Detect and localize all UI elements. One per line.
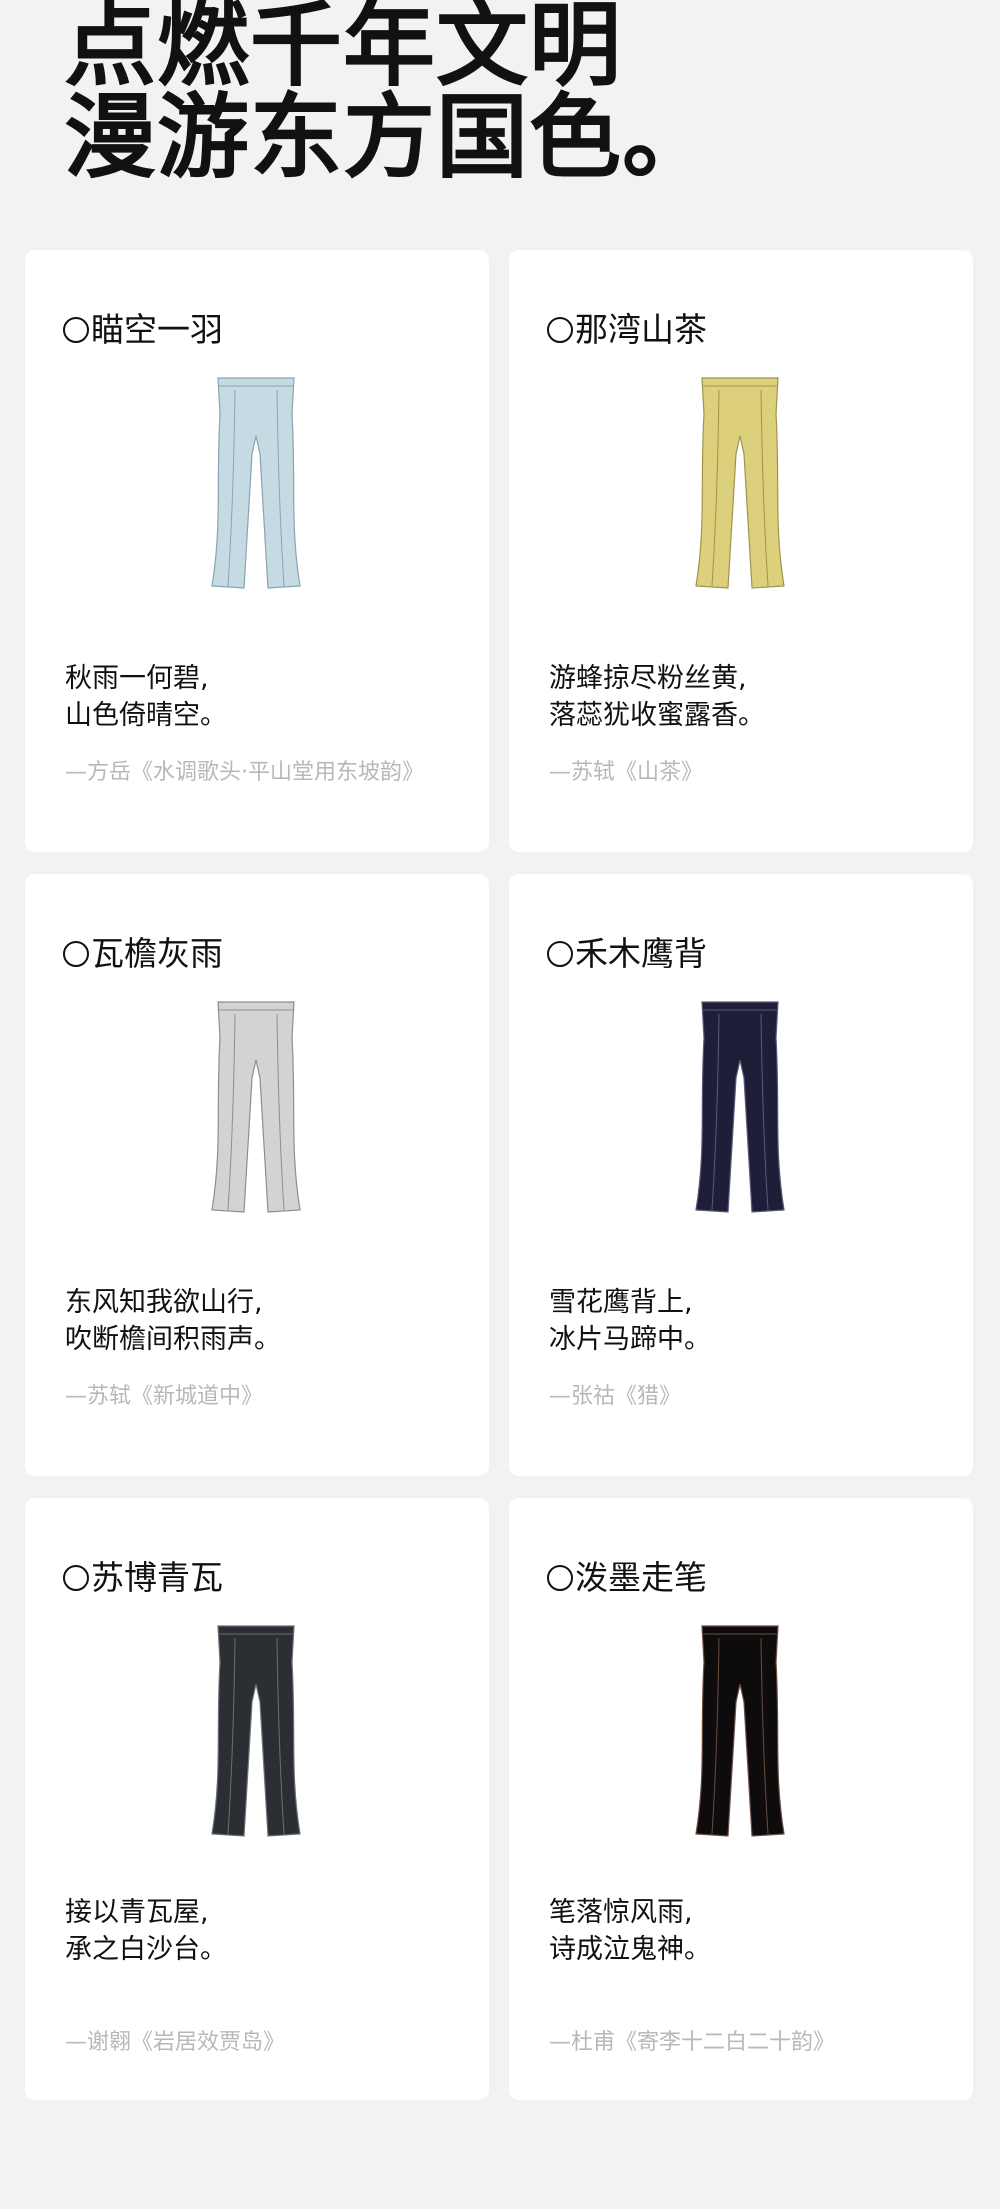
poem: 东风知我欲山行, 吹断檐间积雨声。 (65, 1284, 281, 1358)
poem-line-2: 落蕊犹收蜜露香。 (549, 700, 765, 731)
poem: 游蜂掠尽粉丝黄, 落蕊犹收蜜露香。 (549, 660, 765, 734)
poem-source: —张祜《猎》 (549, 1384, 682, 1409)
poem-line-2: 吹断檐间积雨声。 (65, 1324, 281, 1355)
pants-icon (695, 1001, 785, 1213)
poem: 雪花鹰背上, 冰片马蹄中。 (549, 1284, 711, 1358)
circle-icon (547, 1565, 573, 1591)
card-title: 禾木鹰背 (547, 934, 707, 974)
poem-line-1: 东风知我欲山行, (65, 1287, 263, 1318)
circle-icon (63, 317, 89, 343)
card-title-text: 泼墨走笔 (575, 1558, 707, 1597)
color-card[interactable]: 瞄空一羽 秋雨一何碧, 山色倚晴空。 —方岳《水调歌头·平山堂用东坡韵》 (25, 250, 489, 852)
pants-icon (695, 377, 785, 589)
poem-line-1: 接以青瓦屋, (65, 1897, 209, 1928)
circle-icon (63, 941, 89, 967)
card-title-text: 苏博青瓦 (91, 1558, 223, 1597)
poem: 笔落惊风雨, 诗成泣鬼神。 (549, 1894, 711, 1968)
pants-icon (211, 1625, 301, 1837)
color-card[interactable]: 苏博青瓦 接以青瓦屋, 承之白沙台。 —谢翱《岩居效贾岛》 (25, 1498, 489, 2100)
card-title-text: 瓦檐灰雨 (91, 934, 223, 973)
card-title: 那湾山茶 (547, 310, 707, 350)
pants-icon (211, 377, 301, 589)
card-title-text: 禾木鹰背 (575, 934, 707, 973)
poem-line-2: 冰片马蹄中。 (549, 1324, 711, 1355)
poem-line-1: 笔落惊风雨, (549, 1897, 693, 1928)
poem-line-1: 秋雨一何碧, (65, 663, 209, 694)
color-card[interactable]: 泼墨走笔 笔落惊风雨, 诗成泣鬼神。 —杜甫《寄李十二白二十韵》 (509, 1498, 973, 2100)
poem-source: —方岳《水调歌头·平山堂用东坡韵》 (65, 760, 424, 785)
circle-icon (547, 317, 573, 343)
color-card[interactable]: 那湾山茶 游蜂掠尽粉丝黄, 落蕊犹收蜜露香。 —苏轼《山茶》 (509, 250, 973, 852)
headline-line-1: 点燃千年文明 (64, 0, 623, 99)
poem-source: —杜甫《寄李十二白二十韵》 (549, 2030, 836, 2055)
color-card[interactable]: 禾木鹰背 雪花鹰背上, 冰片马蹄中。 —张祜《猎》 (509, 874, 973, 1476)
card-title-text: 那湾山茶 (575, 310, 707, 349)
card-title: 苏博青瓦 (63, 1558, 223, 1598)
poem-line-1: 游蜂掠尽粉丝黄, (549, 663, 747, 694)
page-headline: 点燃千年文明 漫游东方国色。 (64, 0, 715, 184)
circle-icon (547, 941, 573, 967)
pants-icon (695, 1625, 785, 1837)
poem-source: —苏轼《山茶》 (549, 760, 704, 785)
circle-icon (63, 1565, 89, 1591)
poem-source: —谢翱《岩居效贾岛》 (65, 2030, 286, 2055)
card-title: 泼墨走笔 (547, 1558, 707, 1598)
poem-line-2: 承之白沙台。 (65, 1934, 227, 1965)
poem-line-1: 雪花鹰背上, (549, 1287, 693, 1318)
poem: 秋雨一何碧, 山色倚晴空。 (65, 660, 227, 734)
poem-line-2: 山色倚晴空。 (65, 700, 227, 731)
card-title: 瓦檐灰雨 (63, 934, 223, 974)
card-title-text: 瞄空一羽 (91, 310, 223, 349)
headline-line-2: 漫游东方国色。 (64, 84, 716, 191)
poem: 接以青瓦屋, 承之白沙台。 (65, 1894, 227, 1968)
color-card[interactable]: 瓦檐灰雨 东风知我欲山行, 吹断檐间积雨声。 —苏轼《新城道中》 (25, 874, 489, 1476)
poem-source: —苏轼《新城道中》 (65, 1384, 264, 1409)
poem-line-2: 诗成泣鬼神。 (549, 1934, 711, 1965)
pants-icon (211, 1001, 301, 1213)
card-title: 瞄空一羽 (63, 310, 223, 350)
